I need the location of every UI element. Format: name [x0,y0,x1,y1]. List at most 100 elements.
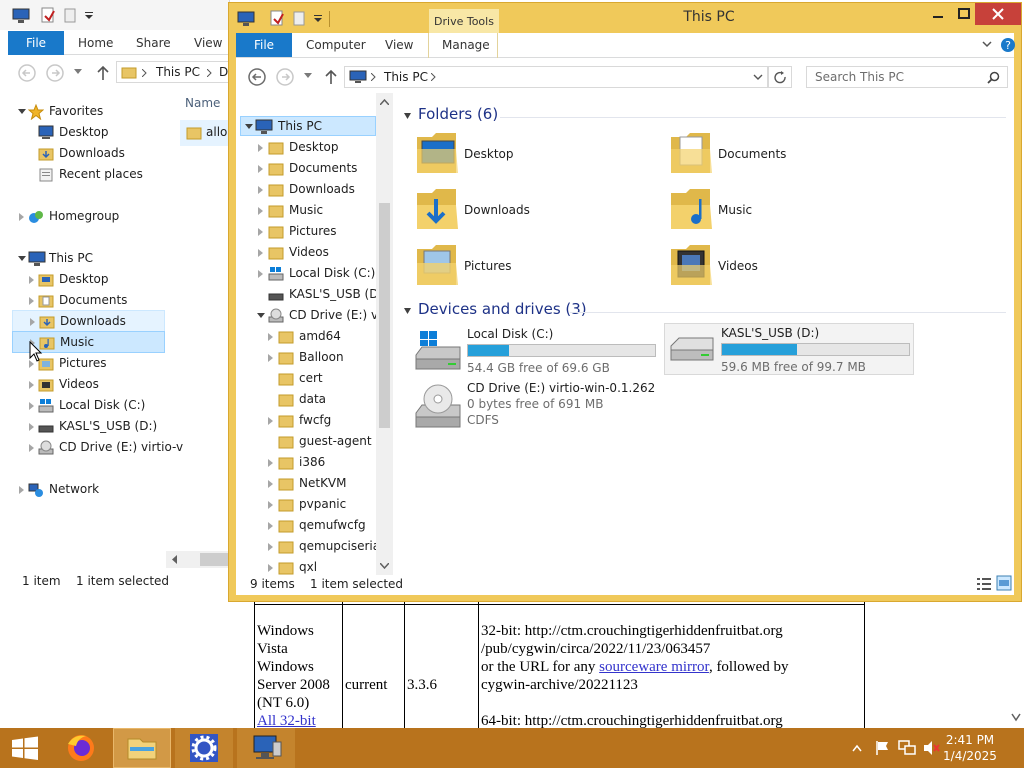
name-column-header[interactable]: Name [185,96,220,110]
tree-pvpanic[interactable]: pvpanic [240,494,376,515]
details-view-icon[interactable] [976,577,992,591]
manage-tab[interactable]: Manage [442,33,490,57]
tree-usb[interactable]: KASL'S_USB (D:) [240,284,387,305]
this-pc-window[interactable]: Drive Tools This PC File Computer View M… [228,2,1022,602]
scroll-down-icon[interactable] [380,563,389,569]
file-list-item[interactable]: allos [180,120,229,146]
tree-qxl[interactable]: qxl [240,557,376,575]
large-icons-view-icon[interactable] [996,575,1012,591]
page-scrollbar[interactable] [1008,600,1024,728]
drive-e[interactable]: CD Drive (E:) virtio-win-0.1.262 0 bytes… [412,381,672,433]
collapse-section-icon[interactable] [404,112,412,120]
system-clock[interactable]: 2:41 PM 1/4/2025 [940,732,1000,764]
computer-tab[interactable]: Computer [306,33,366,57]
back-arrow-icon[interactable] [16,63,38,83]
all-32bit-link[interactable]: All 32-bit [257,713,316,728]
scroll-up-icon[interactable] [380,99,389,105]
drive-d[interactable]: KASL'S_USB (D:) 59.6 MB free of 99.7 MB [664,323,914,375]
folder-documents[interactable]: Documents [668,129,888,185]
tree-music[interactable]: Music [240,200,376,221]
taskbar-firefox[interactable] [52,728,110,768]
properties-icon[interactable] [40,7,56,24]
collapse-section-icon[interactable] [404,307,412,315]
search-box[interactable]: Search This PC [806,66,1008,88]
tree-downloads[interactable]: Downloads [14,143,164,164]
action-center-flag-icon[interactable] [874,740,890,756]
tree-desktop[interactable]: Desktop [240,137,376,158]
refresh-button[interactable] [768,66,792,88]
share-tab[interactable]: Share [136,31,171,55]
close-button[interactable] [975,3,1021,25]
taskbar-file-explorer[interactable] [113,728,171,768]
tree-homegroup[interactable]: Homegroup [14,206,164,227]
navigation-scrollbar[interactable] [376,93,393,575]
tree-videos[interactable]: Videos [240,242,376,263]
folder-videos[interactable]: Videos [668,241,888,297]
up-arrow-icon[interactable] [96,65,110,81]
tree-pc-cd-drive[interactable]: CD Drive (E:) virtio-v [14,437,183,458]
tree-this-pc[interactable]: This PC [240,116,376,136]
tree-pc-local-disk[interactable]: Local Disk (C:) [14,395,164,416]
tree-desktop[interactable]: Desktop [14,122,164,143]
address-crumb[interactable]: D [219,62,228,82]
tree-pc-usb[interactable]: KASL'S_USB (D:) [14,416,164,437]
tree-pc-desktop[interactable]: Desktop [14,269,164,290]
address-dropdown-icon[interactable] [753,74,763,81]
folder-music[interactable]: Music [668,185,888,241]
tree-documents[interactable]: Documents [240,158,376,179]
chevron-down-icon[interactable] [84,12,94,20]
expand-ribbon-icon[interactable] [982,41,992,49]
help-icon[interactable]: ? [1000,37,1016,53]
recent-locations-icon[interactable] [304,73,312,79]
tree-cert[interactable]: cert [240,368,376,389]
tree-amd64[interactable]: amd64 [240,326,376,347]
scroll-thumb[interactable] [200,553,229,566]
tree-pictures[interactable]: Pictures [240,221,376,242]
tree-qemufwcfg[interactable]: qemufwcfg [240,515,376,536]
view-tab[interactable]: View [194,31,222,55]
view-tab[interactable]: View [385,33,413,57]
back-arrow-icon[interactable] [246,67,268,87]
tree-i386[interactable]: i386 [240,452,376,473]
tree-downloads[interactable]: Downloads [240,179,376,200]
tree-pc-documents[interactable]: Documents [14,290,164,311]
tree-local[interactable]: Local Disk (C:) [240,263,376,284]
forward-arrow-icon[interactable] [274,67,296,87]
chevron-down-icon[interactable] [313,15,323,23]
back-explorer-window[interactable]: File Home Share View This PC D Name allo… [0,0,230,600]
tree-favorites[interactable]: Favorites [14,101,164,122]
folders-section-header[interactable]: Folders (6) [418,105,498,123]
address-crumb[interactable]: This PC [156,62,200,82]
network-status-icon[interactable] [898,740,916,756]
folder-desktop[interactable]: Desktop [414,129,634,185]
taskbar-this-pc[interactable] [237,728,295,768]
tree-fwcfg[interactable]: fwcfg [240,410,376,431]
tree-qemupciserial[interactable]: qemupciserial [240,536,383,557]
forward-arrow-icon[interactable] [44,63,66,83]
address-bar[interactable]: This PC D [116,61,229,83]
show-hidden-icons-icon[interactable] [852,744,862,752]
folder-pictures[interactable]: Pictures [414,241,634,297]
drive-c[interactable]: Local Disk (C:) 54.4 GB free of 69.6 GB [412,325,660,377]
file-tab[interactable]: File [8,31,64,55]
scroll-thumb[interactable] [379,203,390,428]
new-folder-icon[interactable] [291,10,307,27]
title-bar[interactable]: Drive Tools This PC [229,3,1021,33]
horizontal-scrollbar[interactable] [166,551,229,568]
sourceware-mirror-link[interactable]: sourceware mirror [599,659,709,675]
recent-locations-icon[interactable] [74,69,82,75]
tree-cd[interactable]: CD Drive (E:) virti [240,305,392,326]
file-tab[interactable]: File [236,33,292,57]
tree-pc-downloads[interactable]: Downloads [12,310,165,332]
taskbar-settings[interactable] [175,728,233,768]
tree-data[interactable]: data [240,389,376,410]
address-crumb[interactable]: This PC [384,67,428,87]
tree-netkvm[interactable]: NetKVM [240,473,376,494]
volume-muted-icon[interactable] [922,740,940,756]
drives-section-header[interactable]: Devices and drives (3) [418,300,587,318]
tree-recent-places[interactable]: Recent places [14,164,164,185]
tree-pc-videos[interactable]: Videos [14,374,164,395]
new-folder-icon[interactable] [62,7,78,24]
address-bar[interactable]: This PC [344,66,768,88]
tree-guest-agent[interactable]: guest-agent [240,431,376,452]
